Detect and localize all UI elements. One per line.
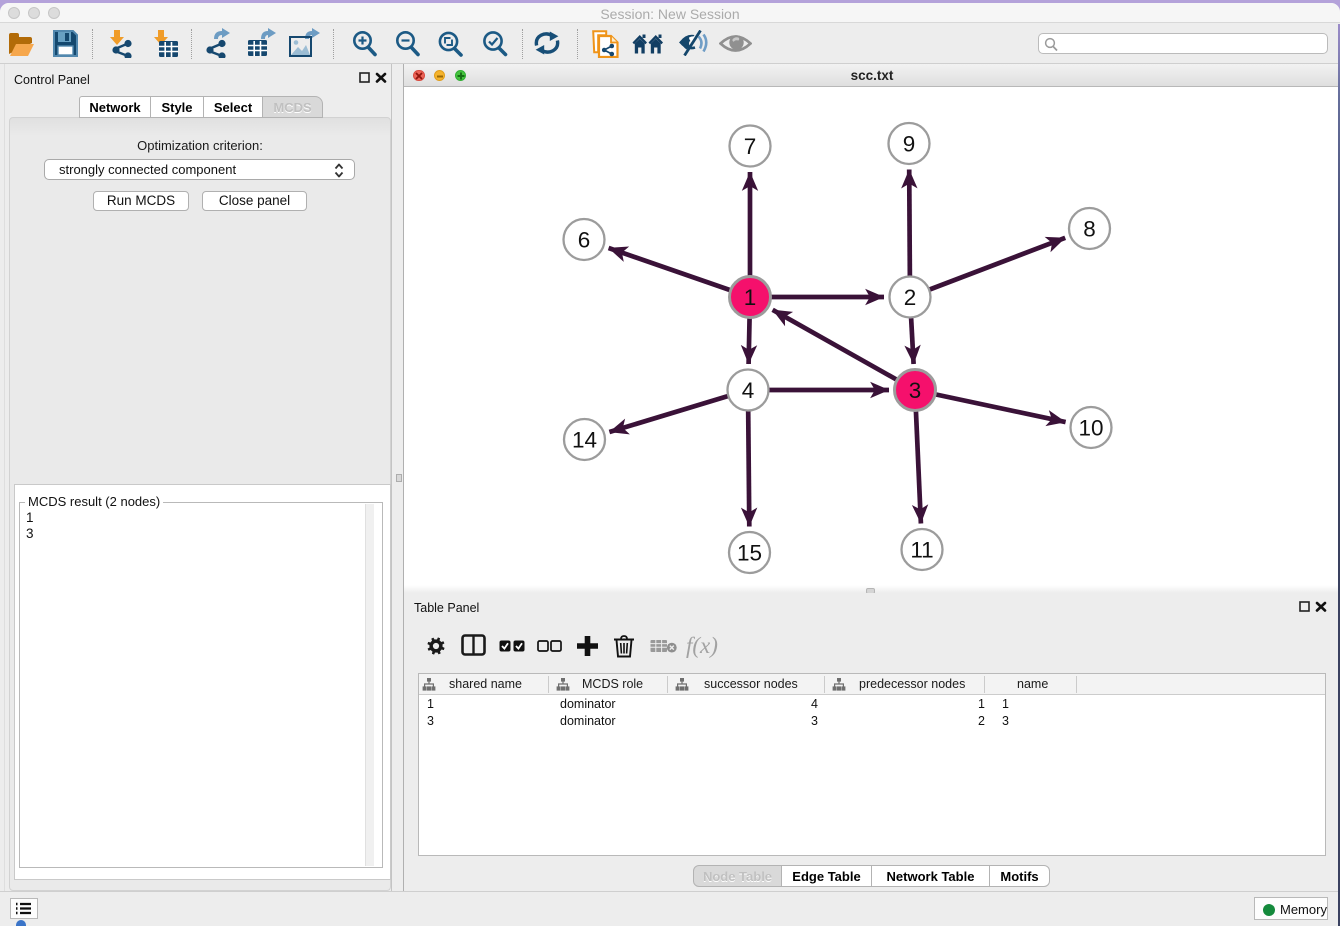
svg-text:6: 6 (578, 228, 591, 253)
svg-text:8: 8 (1083, 217, 1096, 242)
svg-text:9: 9 (903, 132, 916, 157)
svg-text:14: 14 (572, 428, 597, 453)
svg-text:3: 3 (909, 378, 922, 403)
svg-text:15: 15 (737, 541, 762, 566)
svg-text:11: 11 (910, 538, 933, 563)
svg-text:1: 1 (744, 285, 757, 310)
svg-text:10: 10 (1078, 416, 1103, 441)
svg-text:2: 2 (904, 285, 917, 310)
svg-text:7: 7 (744, 134, 757, 159)
svg-text:4: 4 (742, 378, 755, 403)
